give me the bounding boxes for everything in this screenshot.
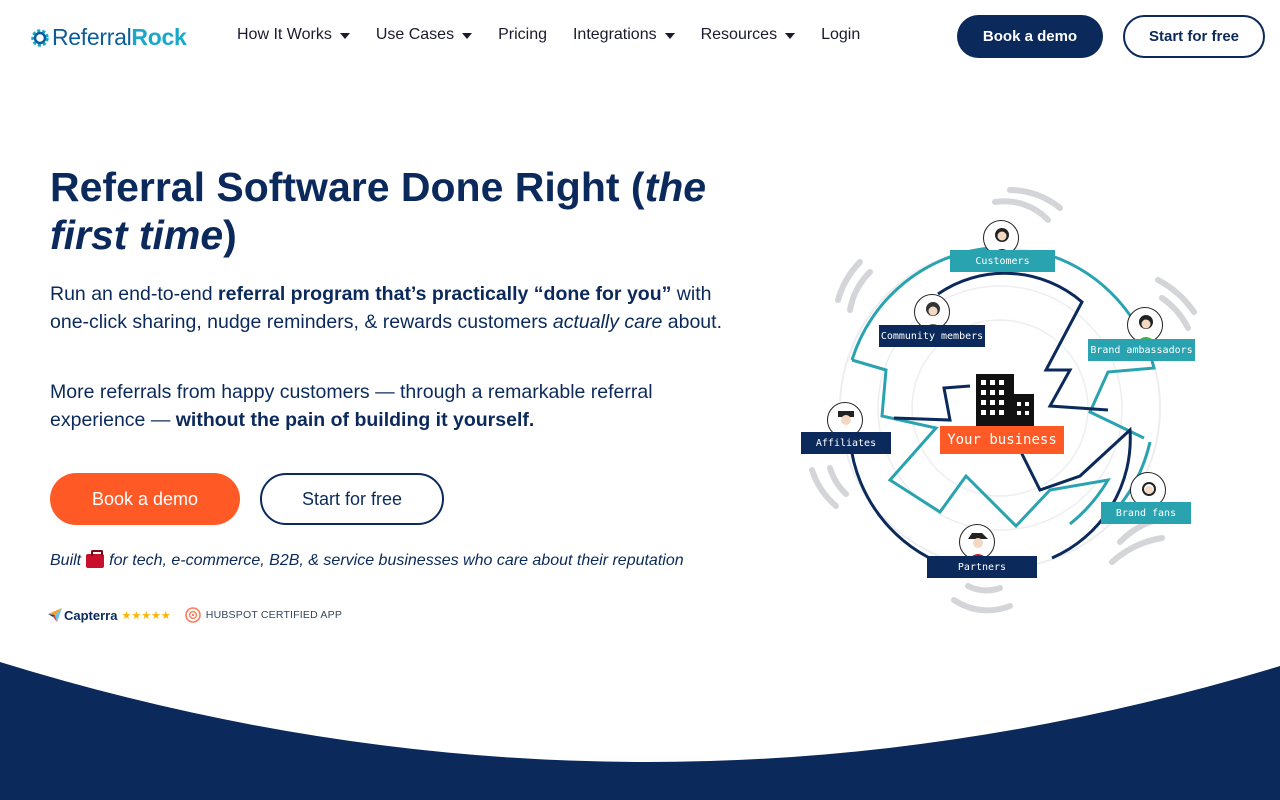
node-your-business: Your business xyxy=(940,426,1064,454)
capterra-badge[interactable]: Capterra ★★★★★ xyxy=(48,608,171,623)
hero-paragraph-2: More referrals from happy customers — th… xyxy=(50,381,653,431)
node-affiliates: Affiliates xyxy=(801,432,891,454)
caret-down-icon xyxy=(462,33,473,39)
nav-login[interactable]: Login xyxy=(821,26,860,44)
nav-use-cases[interactable]: Use Cases xyxy=(376,26,473,44)
hero-book-demo-button[interactable]: Book a demo xyxy=(50,473,240,525)
hero-paragraph-1: Run an end-to-end referral program that’… xyxy=(50,283,722,333)
node-partners: Partners xyxy=(927,556,1037,578)
caret-down-icon xyxy=(339,33,350,39)
nav-links: How It Works Use Cases Pricing Integrati… xyxy=(237,26,886,44)
node-community-members: Community members xyxy=(879,325,985,347)
capterra-arrow-icon xyxy=(48,608,62,622)
caret-down-icon xyxy=(664,33,675,39)
rating-stars: ★★★★★ xyxy=(121,609,171,622)
logo-text: ReferralRock xyxy=(52,24,187,50)
person-icon xyxy=(1136,315,1156,342)
caret-down-icon xyxy=(785,33,796,39)
gear-logo-icon xyxy=(31,28,49,47)
node-brand-fans: Brand fans xyxy=(1101,502,1191,524)
ambassadors-avatar xyxy=(1127,307,1163,343)
person-icon xyxy=(968,533,988,559)
bottom-wave-section xyxy=(0,662,1280,800)
nav-how-it-works[interactable]: How It Works xyxy=(237,26,350,44)
partners-avatar xyxy=(959,524,995,560)
top-navigation: ReferralRock How It Works Use Cases Pric… xyxy=(0,0,1280,72)
node-brand-ambassadors: Brand ambassadors xyxy=(1088,339,1195,361)
hubspot-certified-icon xyxy=(184,607,201,623)
hero-title: Referral Software Done Right (the first … xyxy=(50,164,707,258)
hero-start-free-button[interactable]: Start for free xyxy=(260,473,444,525)
nav-resources[interactable]: Resources xyxy=(701,26,796,44)
referral-network-diagram: Customers Community members Brand ambass… xyxy=(790,180,1210,625)
hubspot-badge[interactable]: HUBSPOT CERTIFIED APP xyxy=(184,607,342,623)
node-customers: Customers xyxy=(950,250,1055,272)
trust-badges: Capterra ★★★★★ HUBSPOT CERTIFIED APP xyxy=(48,607,342,623)
toolbox-icon xyxy=(86,550,105,568)
referralrock-logo[interactable]: ReferralRock xyxy=(30,24,187,51)
built-for-tagline: Built for tech, e-commerce, B2B, & servi… xyxy=(50,550,684,569)
nav-integrations[interactable]: Integrations xyxy=(573,26,675,44)
nav-start-free-button[interactable]: Start for free xyxy=(1123,15,1265,58)
nav-book-demo-button[interactable]: Book a demo xyxy=(957,15,1103,58)
nav-pricing[interactable]: Pricing xyxy=(498,26,547,44)
